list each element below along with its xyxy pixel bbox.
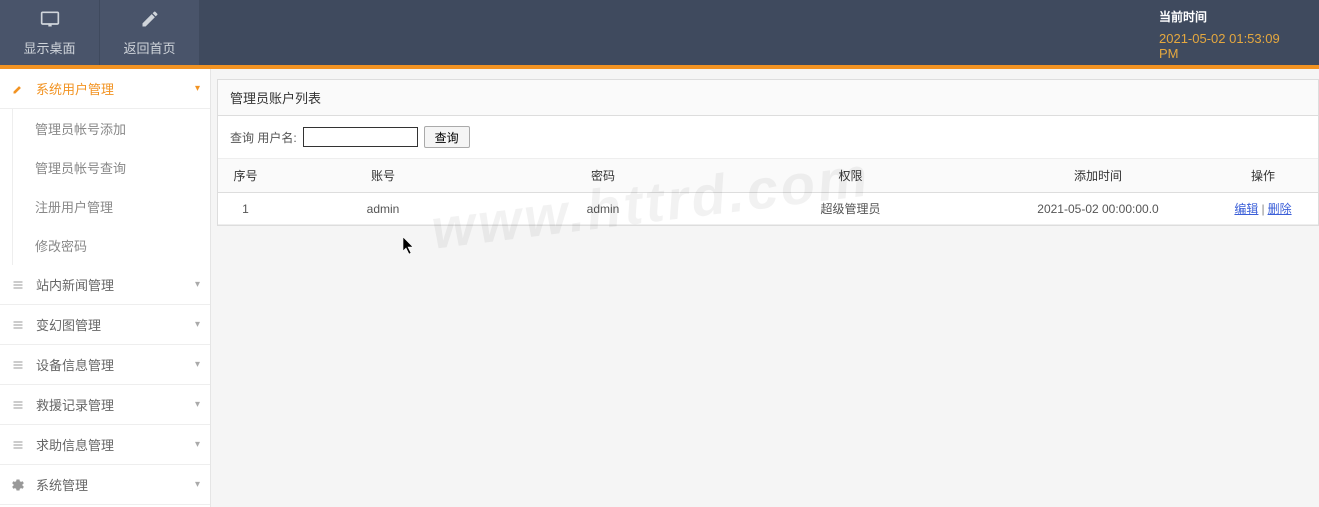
sidebar-item-label: 救援记录管理 [36, 395, 114, 414]
col-password: 密码 [493, 159, 713, 193]
time-display: 当前时间 2021-05-02 01:53:09 PM [1139, 0, 1319, 65]
back-home-label: 返回首页 [123, 38, 175, 57]
cell-account: admin [273, 193, 493, 225]
gear-icon [12, 479, 28, 491]
sidebar-item-slides[interactable]: 变幻图管理 ▾ [0, 305, 210, 345]
sidebar-subitem-admin-query[interactable]: 管理员帐号查询 [12, 148, 210, 187]
pencil-icon [140, 9, 160, 38]
sidebar-subitem-registered-users[interactable]: 注册用户管理 [12, 187, 210, 226]
sidebar-item-label: 设备信息管理 [36, 355, 114, 374]
sidebar-item-label: 系统管理 [36, 475, 88, 494]
sidebar-item-help[interactable]: 求助信息管理 ▾ [0, 425, 210, 465]
col-index: 序号 [218, 159, 273, 193]
op-separator: | [1261, 202, 1264, 216]
sidebar-subitem-admin-add[interactable]: 管理员帐号添加 [12, 109, 210, 148]
cell-password: admin [493, 193, 713, 225]
sidebar-item-label: 系统用户管理 [36, 79, 114, 98]
sidebar-subitem-change-password[interactable]: 修改密码 [12, 226, 210, 265]
chevron-down-icon: ▾ [195, 83, 200, 94]
chevron-down-icon: ▾ [195, 399, 200, 410]
cell-addtime: 2021-05-02 00:00:00.0 [988, 193, 1208, 225]
delete-link[interactable]: 删除 [1268, 202, 1292, 216]
time-label: 当前时间 [1159, 8, 1299, 25]
col-addtime: 添加时间 [988, 159, 1208, 193]
sidebar-item-news[interactable]: 站内新闻管理 ▾ [0, 265, 210, 305]
sidebar-item-label: 求助信息管理 [36, 435, 114, 454]
cell-operation: 编辑| 删除 [1208, 193, 1318, 225]
col-operation: 操作 [1208, 159, 1318, 193]
admin-table: 序号 账号 密码 权限 添加时间 操作 1 admin admin 超级管理员 [218, 159, 1318, 225]
search-button[interactable]: 查询 [424, 126, 470, 148]
search-row: 查询 用户名: 查询 [218, 116, 1318, 159]
show-desktop-button[interactable]: 显示桌面 [0, 0, 100, 65]
sidebar-item-label: 站内新闻管理 [36, 275, 114, 294]
search-input[interactable] [303, 127, 418, 147]
chevron-down-icon: ▾ [195, 479, 200, 490]
list-icon [12, 319, 28, 331]
list-icon [12, 399, 28, 411]
header-bar: 显示桌面 返回首页 当前时间 2021-05-02 01:53:09 PM [0, 0, 1319, 65]
cell-index: 1 [218, 193, 273, 225]
table-row: 1 admin admin 超级管理员 2021-05-02 00:00:00.… [218, 193, 1318, 225]
list-icon [12, 439, 28, 451]
cell-role: 超级管理员 [713, 193, 988, 225]
panel-title: 管理员账户列表 [218, 80, 1318, 116]
chevron-down-icon: ▾ [195, 319, 200, 330]
chevron-down-icon: ▾ [195, 439, 200, 450]
admin-list-panel: 管理员账户列表 查询 用户名: 查询 序号 账号 密码 权限 添加时间 操作 [217, 79, 1319, 226]
sidebar: 系统用户管理 ▾ 管理员帐号添加 管理员帐号查询 注册用户管理 修改密码 站内新… [0, 69, 211, 507]
search-label: 查询 用户名: [230, 129, 297, 146]
monitor-icon [39, 9, 61, 38]
back-home-button[interactable]: 返回首页 [100, 0, 200, 65]
pencil-icon [12, 83, 28, 95]
sidebar-item-system-users[interactable]: 系统用户管理 ▾ [0, 69, 210, 109]
edit-link[interactable]: 编辑 [1234, 202, 1258, 216]
show-desktop-label: 显示桌面 [23, 38, 75, 57]
list-icon [12, 359, 28, 371]
chevron-down-icon: ▾ [195, 359, 200, 370]
sidebar-item-system[interactable]: 系统管理 ▾ [0, 465, 210, 505]
list-icon [12, 279, 28, 291]
sidebar-item-rescue[interactable]: 救援记录管理 ▾ [0, 385, 210, 425]
sidebar-item-device[interactable]: 设备信息管理 ▾ [0, 345, 210, 385]
sidebar-item-label: 变幻图管理 [36, 315, 101, 334]
chevron-down-icon: ▾ [195, 279, 200, 290]
col-account: 账号 [273, 159, 493, 193]
col-role: 权限 [713, 159, 988, 193]
main-content: 管理员账户列表 查询 用户名: 查询 序号 账号 密码 权限 添加时间 操作 [211, 69, 1319, 507]
time-value: 2021-05-02 01:53:09 PM [1159, 31, 1299, 61]
